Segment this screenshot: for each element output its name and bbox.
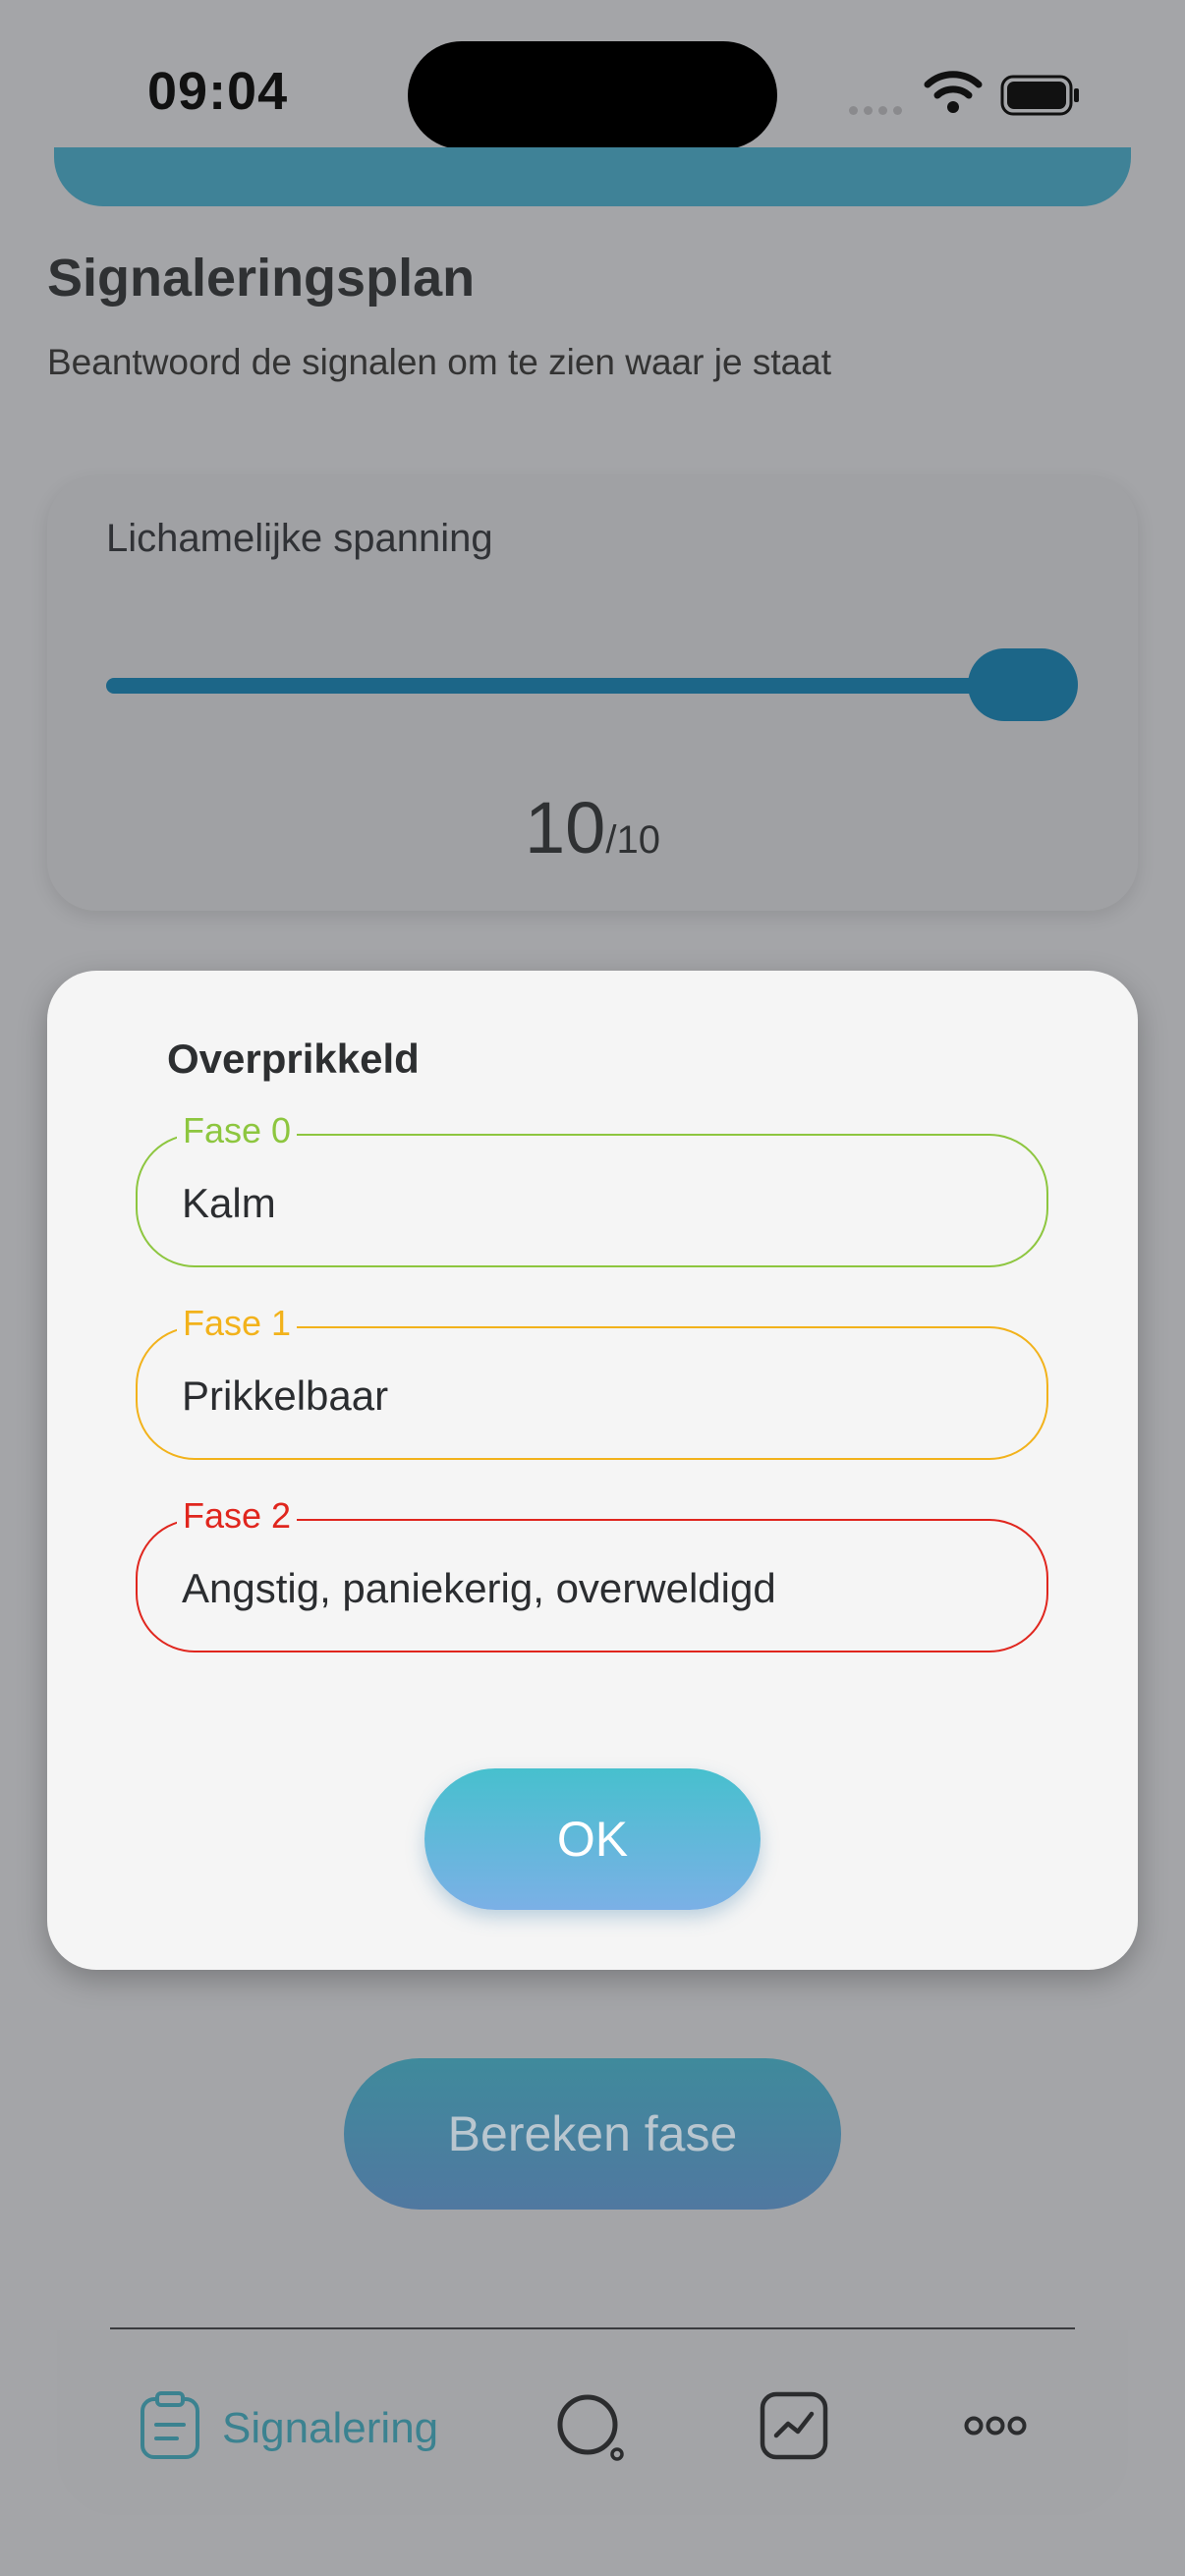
clipboard-icon [138, 2390, 202, 2466]
calculate-phase-button[interactable]: Bereken fase [344, 2058, 841, 2210]
top-banner [54, 147, 1131, 206]
tension-slider-track[interactable] [106, 678, 1049, 694]
phase-label-2: Fase 2 [177, 1495, 298, 1537]
more-icon[interactable] [963, 2415, 1028, 2441]
page-subtitle: Beantwoord de signalen om te zien waar j… [47, 342, 832, 382]
slider-value-number: 10 [525, 787, 606, 868]
phase-text-1: Prikkelbaar [182, 1372, 389, 1419]
phase-text-2: Angstig, paniekerig, overweldigd [182, 1565, 776, 1611]
slider-value: 10/10 [0, 786, 1185, 869]
phase-label-1: Fase 1 [177, 1303, 298, 1344]
battery-icon [1000, 75, 1081, 121]
dynamic-island [408, 41, 777, 149]
chart-icon[interactable] [759, 2390, 829, 2466]
dialog-title: Overprikkeld [167, 1036, 420, 1082]
nav-item-signalering[interactable]: Signalering [138, 2390, 438, 2466]
tension-slider-thumb[interactable] [968, 648, 1078, 721]
phase-label-0: Fase 0 [177, 1110, 298, 1151]
wifi-icon [924, 69, 983, 119]
cellular-signal-icon [849, 102, 908, 120]
phase-text-0: Kalm [182, 1180, 276, 1226]
navbar-divider [110, 2327, 1075, 2329]
nav-label-signalering: Signalering [222, 2403, 439, 2452]
signal-title: Lichamelijke spanning [106, 517, 493, 560]
status-time: 09:04 [147, 62, 289, 121]
search-icon[interactable] [555, 2392, 626, 2468]
page-title: Signaleringsplan [47, 249, 476, 308]
slider-value-max: /10 [605, 818, 660, 862]
ok-button[interactable]: OK [424, 1768, 761, 1910]
